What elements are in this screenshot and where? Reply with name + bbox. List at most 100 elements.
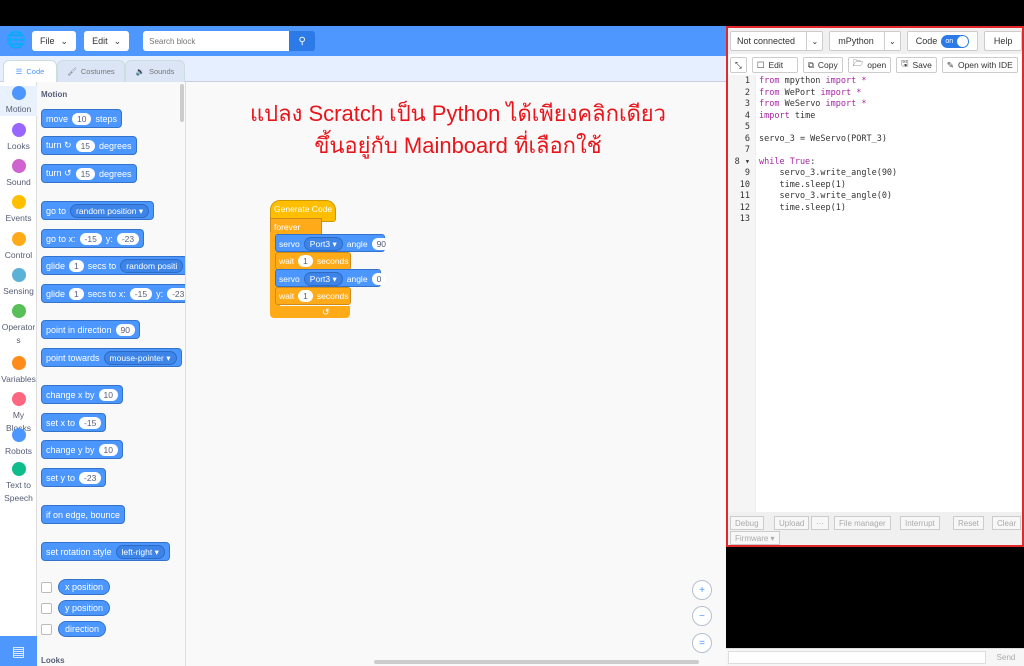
block-turn-right[interactable]: turn ↻ 15 degrees <box>41 136 137 155</box>
category-sensing[interactable]: Sensing <box>0 268 37 298</box>
code-editor[interactable]: 1 from mpython import * 2 from WePort impor… <box>728 75 1022 513</box>
reporter-direction[interactable]: direction <box>58 621 107 637</box>
category-operator-s[interactable]: Operator s <box>0 304 37 347</box>
block-input[interactable]: 1 <box>69 287 84 300</box>
edit-menu-button[interactable]: Edit ⌄ <box>84 31 130 51</box>
more-button[interactable]: ··· <box>811 516 829 530</box>
category-looks[interactable]: Looks <box>0 123 37 153</box>
zoom-reset-button[interactable]: = <box>692 633 712 653</box>
block-go-to-xy[interactable]: go to x: -15 y: -23 <box>41 229 145 248</box>
tab-costumes[interactable]: 🖌 Costumes <box>57 60 125 82</box>
file-menu-button[interactable]: File ⌄ <box>32 31 77 51</box>
category-sound[interactable]: Sound <box>0 159 37 189</box>
tab-code[interactable]: ☰ Code <box>3 60 57 82</box>
language-select[interactable]: mPython ⌄ <box>829 31 901 51</box>
edit-code-button[interactable]: ☐ Edit <box>751 57 798 73</box>
block-input[interactable]: 10 <box>72 112 92 125</box>
code-token: WePort <box>779 87 821 98</box>
zoom-out-button[interactable]: − <box>692 606 712 626</box>
serial-input[interactable] <box>728 651 986 664</box>
copy-button[interactable]: ⧉ Copy <box>802 57 843 73</box>
block-move-steps[interactable]: move 10 steps <box>41 109 122 128</box>
block-input[interactable]: 1 <box>69 259 84 272</box>
angle-input[interactable]: 90 <box>371 238 392 250</box>
block-go-to[interactable]: go to random position ▾ <box>41 201 155 220</box>
zoom-in-button[interactable]: + <box>692 580 712 600</box>
block-input[interactable]: -23 <box>116 232 140 245</box>
search-icon: ⚲ <box>298 35 306 47</box>
block-dropdown[interactable]: random position ▾ <box>70 203 150 218</box>
tab-sounds[interactable]: 🔉 Sounds <box>125 60 185 82</box>
block-input[interactable]: 15 <box>75 167 96 180</box>
block-input[interactable]: 10 <box>98 443 119 456</box>
port-dropdown[interactable]: Port3 ▾ <box>303 237 343 251</box>
block-input[interactable]: -15 <box>129 287 153 300</box>
globe-icon[interactable]: 🌐 <box>6 32 26 50</box>
help-label: Help <box>993 36 1013 46</box>
checkbox-x-position[interactable] <box>41 582 52 593</box>
expand-button[interactable]: ⤡ <box>730 57 747 73</box>
open-button[interactable]: 🗁 open <box>847 57 892 73</box>
firmware-button[interactable]: Firmware ▾ <box>730 531 780 545</box>
search-input[interactable] <box>143 31 290 51</box>
category-variables[interactable]: Variables <box>0 356 37 386</box>
category-dot-icon <box>11 159 26 173</box>
category-motion[interactable]: Motion <box>0 86 37 116</box>
workspace-scrollbar[interactable] <box>374 660 699 664</box>
block-point-direction[interactable]: point in direction 90 <box>41 320 141 339</box>
copy-icon: ⧉ <box>807 59 814 70</box>
palette-scrollbar[interactable] <box>180 84 184 122</box>
block-glide-xy[interactable]: glide 1 secs to x: -15 y: -23 <box>41 284 185 303</box>
category-label: Events <box>5 213 32 223</box>
block-rotation-style[interactable]: set rotation style left-right ▾ <box>41 542 170 561</box>
block-input[interactable]: -23 <box>167 287 185 300</box>
seconds-input[interactable]: 1 <box>298 255 313 267</box>
code-token: while True <box>759 156 811 167</box>
interrupt-button[interactable]: Interrupt <box>900 516 940 530</box>
port-dropdown[interactable]: Port3 ▾ <box>303 272 343 286</box>
angle-input[interactable]: 0 <box>371 273 387 285</box>
block-dropdown[interactable]: random positi <box>120 258 184 273</box>
category-robots[interactable]: Robots <box>0 428 37 458</box>
clear-button[interactable]: Clear <box>992 516 1022 530</box>
save-button[interactable]: 🖫 Save <box>896 57 937 73</box>
block-set-y[interactable]: set y to -23 <box>41 468 107 487</box>
connection-select[interactable]: Not connected ⌄ <box>730 31 824 51</box>
checkbox-y-position[interactable] <box>41 603 52 614</box>
reporter-y-position[interactable]: y position <box>58 600 111 616</box>
block-dropdown[interactable]: left-right ▾ <box>115 544 165 559</box>
block-set-x[interactable]: set x to -15 <box>41 413 107 432</box>
block-input[interactable]: -15 <box>79 232 102 245</box>
block-change-y[interactable]: change y by 10 <box>41 440 124 459</box>
block-input[interactable]: -23 <box>79 471 102 484</box>
block-text: set x to <box>46 417 76 428</box>
block-turn-left[interactable]: turn ↺ 15 degrees <box>41 164 137 183</box>
reset-button[interactable]: Reset <box>953 516 984 530</box>
category-events[interactable]: Events <box>0 195 37 225</box>
debug-button[interactable]: Debug <box>730 516 764 530</box>
block-glide-to[interactable]: glide 1 secs to random positi <box>41 256 185 275</box>
block-dropdown[interactable]: mouse-pointer ▾ <box>103 350 177 365</box>
block-input[interactable]: 15 <box>75 139 96 152</box>
block-input[interactable]: 10 <box>98 388 119 401</box>
reporter-x-position[interactable]: x position <box>58 579 111 595</box>
file-manager-button[interactable]: File manager <box>834 516 891 530</box>
block-point-towards[interactable]: point towards mouse-pointer ▾ <box>41 348 182 367</box>
add-extension-button[interactable]: ▤ <box>0 636 37 666</box>
send-button[interactable]: Send <box>990 651 1022 664</box>
checkbox-direction[interactable] <box>41 624 52 635</box>
help-button[interactable]: Help <box>984 31 1022 51</box>
block-input[interactable]: -15 <box>79 416 102 429</box>
seconds-input[interactable]: 1 <box>298 290 313 302</box>
block-bounce[interactable]: if on edge, bounce <box>41 505 126 524</box>
block-input[interactable]: 90 <box>115 323 136 336</box>
code-token: mpython <box>779 76 826 86</box>
block-change-x[interactable]: change x by 10 <box>41 385 124 404</box>
script-workspace[interactable]: แปลง Scratch เป็น Python ได้เพียงคลิกเดี… <box>186 82 726 666</box>
category-control[interactable]: Control <box>0 232 37 262</box>
open-ide-button[interactable]: ✎ Open with IDE <box>941 57 1018 73</box>
search-button[interactable]: ⚲ <box>289 31 316 51</box>
upload-button[interactable]: Upload <box>774 516 810 530</box>
category-text-to-speech[interactable]: Text to Speech <box>0 462 37 505</box>
code-toggle[interactable]: on <box>941 34 970 48</box>
